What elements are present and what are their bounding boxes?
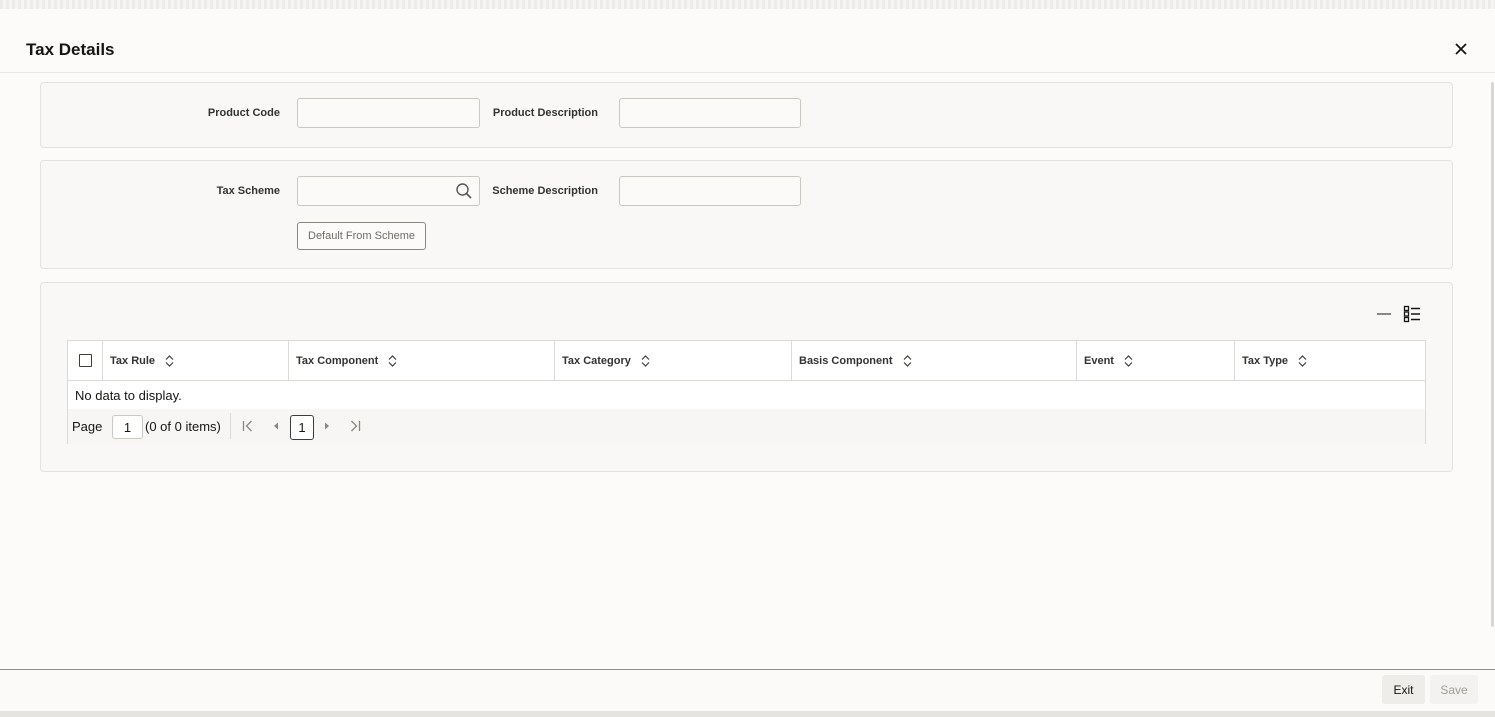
sort-icon[interactable] <box>903 355 912 367</box>
close-icon <box>1455 43 1467 55</box>
column-header-basis-component[interactable]: Basis Component <box>791 341 1076 381</box>
prev-page-icon[interactable] <box>269 419 283 433</box>
scheme-description-input[interactable] <box>619 176 801 206</box>
column-label: Tax Rule <box>110 355 156 367</box>
empty-message: No data to display. <box>75 388 182 403</box>
sort-icon[interactable] <box>641 355 650 367</box>
column-header-tax-category[interactable]: Tax Category <box>554 341 791 381</box>
tax-grid: Tax Rule Tax Component Tax Category Basi… <box>67 340 1426 444</box>
pagination-bar: Page 1 (0 of 0 items) 1 <box>68 409 1425 444</box>
column-label: Basis Component <box>799 355 893 367</box>
last-page-icon[interactable] <box>348 419 362 433</box>
page-number-input[interactable]: 1 <box>112 415 143 439</box>
product-description-input[interactable] <box>619 98 801 128</box>
product-description-label: Product Description <box>492 107 598 119</box>
sort-icon[interactable] <box>1124 355 1133 367</box>
sort-icon[interactable] <box>1298 355 1307 367</box>
bottom-strip <box>0 711 1495 717</box>
tax-scheme-label: Tax Scheme <box>216 185 280 197</box>
exit-button[interactable]: Exit <box>1382 675 1425 704</box>
header-divider <box>0 72 1495 73</box>
sort-icon[interactable] <box>165 355 174 367</box>
item-count: (0 of 0 items) <box>145 419 221 434</box>
column-label: Tax Type <box>1242 355 1289 367</box>
column-header-tax-rule[interactable]: Tax Rule <box>102 341 288 381</box>
sort-icon[interactable] <box>388 355 397 367</box>
minus-icon[interactable] <box>1376 306 1392 322</box>
default-from-scheme-button[interactable]: Default From Scheme <box>297 222 426 250</box>
save-button[interactable]: Save <box>1430 675 1478 704</box>
grid-header: Tax Rule Tax Component Tax Category Basi… <box>68 341 1425 381</box>
page-label: Page <box>72 419 103 434</box>
current-page-button[interactable]: 1 <box>290 415 314 440</box>
column-label: Tax Component <box>296 355 379 367</box>
column-label: Event <box>1084 355 1114 367</box>
list-columns-icon[interactable] <box>1403 305 1421 323</box>
top-strip <box>0 0 1495 9</box>
column-label: Tax Category <box>562 355 631 367</box>
column-header-tax-type[interactable]: Tax Type <box>1234 341 1425 381</box>
column-header-event[interactable]: Event <box>1076 341 1234 381</box>
next-page-icon[interactable] <box>320 419 334 433</box>
column-header-tax-component[interactable]: Tax Component <box>288 341 554 381</box>
dialog-footer <box>0 670 1495 717</box>
close-button[interactable] <box>1450 38 1472 60</box>
pager-divider <box>230 413 231 439</box>
tax-details-dialog: Tax Details Product Code Product Descrip… <box>0 0 1495 717</box>
scheme-description-label: Scheme Description <box>492 185 598 197</box>
dialog-title: Tax Details <box>26 40 115 59</box>
select-all-checkbox[interactable] <box>79 354 92 367</box>
product-code-label: Product Code <box>207 107 280 119</box>
scrollbar[interactable] <box>1491 82 1494 627</box>
first-page-icon[interactable] <box>241 419 255 433</box>
